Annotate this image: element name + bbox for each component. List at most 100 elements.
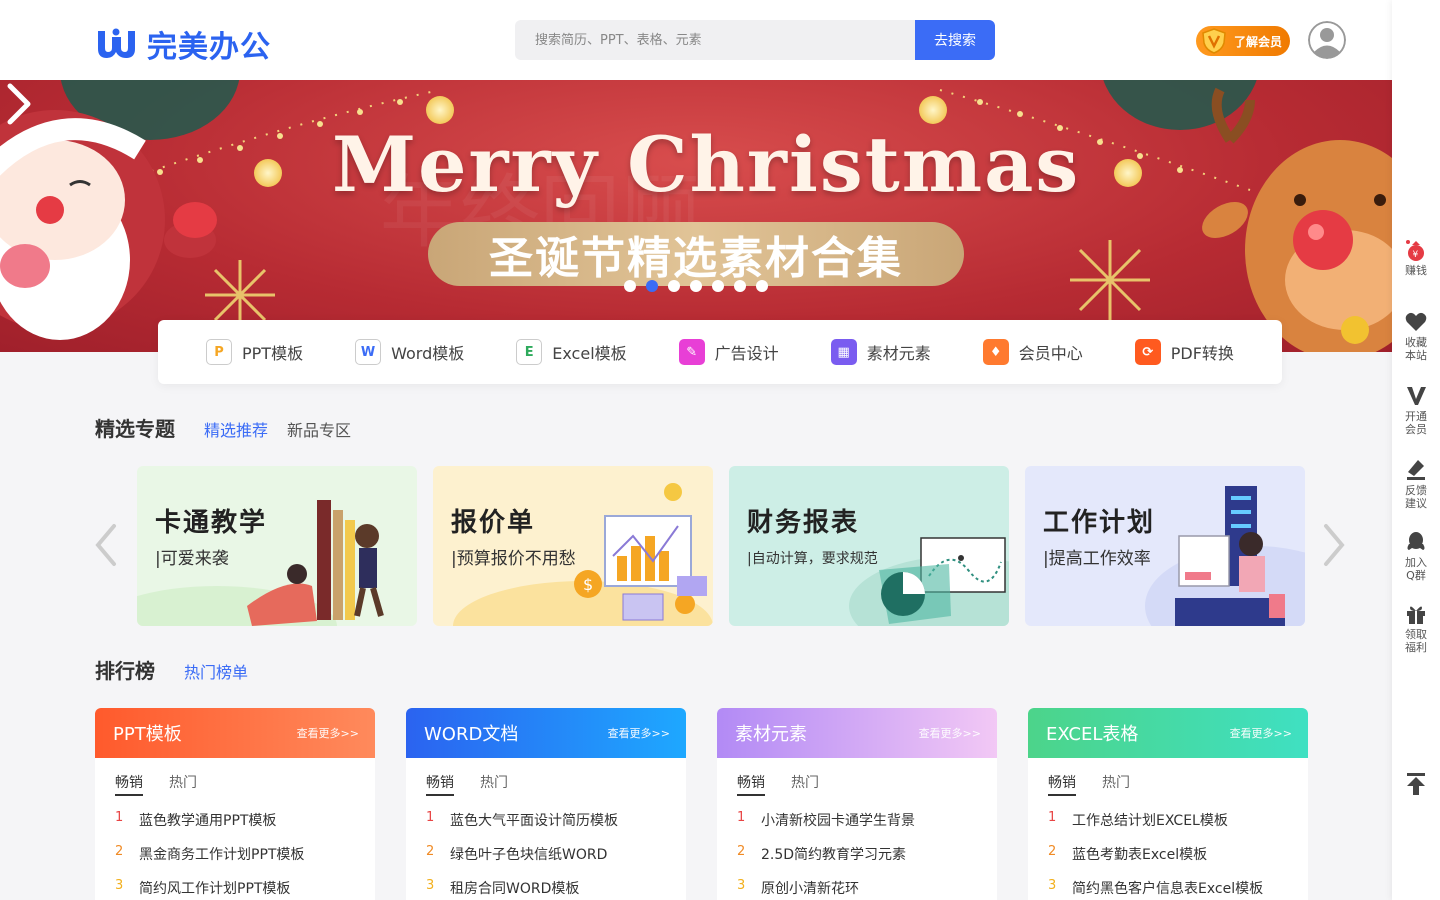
rank-list-item[interactable]: 3 简约风工作计划PPT模板 bbox=[115, 878, 355, 900]
quick-nav-item[interactable]: W Word模板 bbox=[355, 339, 464, 365]
carousel-dot[interactable] bbox=[712, 280, 724, 292]
tab-new-products[interactable]: 新品专区 bbox=[287, 417, 351, 441]
quick-nav-label: PDF转换 bbox=[1170, 344, 1234, 363]
rank-board-title: WORD文档 bbox=[424, 724, 519, 745]
topic-subtitle: |预算报价不用愁 bbox=[451, 549, 576, 569]
quick-nav-item[interactable]: ▦ 素材元素 bbox=[830, 339, 931, 365]
rank-item-title: 简约黑色客户信息表Excel模板 bbox=[1072, 881, 1264, 897]
sidebar-feedback[interactable]: 反馈建议 bbox=[1392, 458, 1440, 510]
back-to-top-button[interactable] bbox=[1392, 772, 1440, 796]
rank-number: 3 bbox=[426, 878, 435, 893]
sidebar-open-vip[interactable]: 开通会员 bbox=[1392, 384, 1440, 436]
topic-card-quotation[interactable]: $ 报价单 |预算报价不用愁 bbox=[433, 466, 713, 626]
rank-list-item[interactable]: 2 黑金商务工作计划PPT模板 bbox=[115, 844, 355, 878]
rank-list: 1 小清新校园卡通学生背景 2 2.5D简约教育学习元素 3 原创小清新花环 bbox=[717, 796, 997, 900]
word-file-icon: W bbox=[355, 339, 382, 365]
rank-sub-tabs: 畅销 热门 bbox=[406, 758, 686, 796]
rank-list-item[interactable]: 3 简约黑色客户信息表Excel模板 bbox=[1048, 878, 1288, 900]
carousel-dot[interactable] bbox=[756, 280, 768, 292]
tab-best-selling[interactable]: 畅销 bbox=[426, 772, 454, 796]
tab-featured[interactable]: 精选推荐 bbox=[204, 417, 268, 441]
carousel-dot[interactable] bbox=[690, 280, 702, 292]
qq-icon bbox=[1407, 532, 1425, 550]
rank-list-item[interactable]: 1 工作总结计划EXCEL模板 bbox=[1048, 810, 1288, 844]
rank-number: 1 bbox=[737, 810, 746, 825]
rank-board-element: 素材元素 查看更多>> 畅销 热门 1 小清新校园卡通学生背景 2 2.5D简约教育学习元素 3… bbox=[717, 708, 997, 900]
rank-list-item[interactable]: 2 绿色叶子色块信纸WORD bbox=[426, 844, 666, 878]
rank-list-item[interactable]: 1 蓝色教学通用PPT模板 bbox=[115, 810, 355, 844]
logo-w-icon bbox=[98, 28, 135, 58]
topics-prev-arrow-icon[interactable] bbox=[92, 522, 122, 568]
quick-nav-item[interactable]: ⟳ PDF转换 bbox=[1134, 339, 1234, 365]
right-sidebar: ¥ 赚钱 收藏本站 开通会员 反馈建议 加入Q群 领取福利 bbox=[1392, 0, 1440, 900]
rank-item-title: 原创小清新花环 bbox=[761, 881, 859, 897]
rank-list: 1 蓝色教学通用PPT模板 2 黑金商务工作计划PPT模板 3 简约风工作计划PPT模板 bbox=[95, 796, 375, 900]
tab-hot-list[interactable]: 热门榜单 bbox=[184, 659, 248, 683]
sidebar-label: 加入Q群 bbox=[1405, 556, 1427, 582]
carousel-dot[interactable] bbox=[624, 280, 636, 292]
rank-board-header: PPT模板 查看更多>> bbox=[95, 708, 375, 758]
carousel-dot[interactable] bbox=[734, 280, 746, 292]
quick-nav-item[interactable]: ✎ 广告设计 bbox=[678, 339, 779, 365]
money-bag-icon: ¥ bbox=[1406, 240, 1424, 261]
view-more-link[interactable]: 查看更多>> bbox=[297, 725, 359, 741]
tab-popular[interactable]: 热门 bbox=[480, 772, 508, 796]
back-to-top-icon bbox=[1407, 773, 1425, 795]
quick-nav-item[interactable]: E Excel模板 bbox=[516, 339, 627, 365]
tab-best-selling[interactable]: 畅销 bbox=[737, 772, 765, 796]
topics-next-arrow-icon[interactable] bbox=[1318, 522, 1348, 568]
tab-popular[interactable]: 热门 bbox=[791, 772, 819, 796]
tab-popular[interactable]: 热门 bbox=[169, 772, 197, 796]
feedback-icon bbox=[1407, 460, 1425, 480]
banner-next-arrow-icon[interactable] bbox=[0, 80, 36, 128]
logo[interactable]: 完美办公 bbox=[95, 22, 271, 66]
avatar[interactable] bbox=[1308, 21, 1346, 59]
tab-best-selling[interactable]: 畅销 bbox=[115, 772, 143, 796]
rank-list-item[interactable]: 2 2.5D简约教育学习元素 bbox=[737, 844, 977, 878]
topic-card-finance[interactable]: 财务报表 |自动计算，要求规范 bbox=[729, 466, 1009, 626]
hero-banner[interactable]: 年终回顾 Merry Christmas 圣诞节精选素材合集 bbox=[0, 80, 1392, 352]
carousel-dot[interactable] bbox=[646, 280, 658, 292]
rank-list-item[interactable]: 1 小清新校园卡通学生背景 bbox=[737, 810, 977, 844]
rank-board-word: WORD文档 查看更多>> 畅销 热门 1 蓝色大气平面设计简历模板 2 绿色叶子色块信纸WO… bbox=[406, 708, 686, 900]
svg-text:¥: ¥ bbox=[1413, 250, 1419, 260]
view-more-link[interactable]: 查看更多>> bbox=[1230, 725, 1292, 741]
rank-sub-tabs: 畅销 热门 bbox=[1028, 758, 1308, 796]
topic-card-work-plan[interactable]: 工作计划 |提高工作效率 bbox=[1025, 466, 1305, 626]
sidebar-label: 开通会员 bbox=[1405, 410, 1427, 436]
topic-card-cartoon[interactable]: 卡通教学 |可爱来袭 bbox=[137, 466, 417, 626]
quick-nav-item[interactable]: ♦ 会员中心 bbox=[982, 339, 1083, 365]
sidebar-label: 反馈建议 bbox=[1405, 484, 1427, 510]
sidebar-earn-money[interactable]: ¥ 赚钱 bbox=[1392, 238, 1440, 277]
rank-list-item[interactable]: 1 蓝色大气平面设计简历模板 bbox=[426, 810, 666, 844]
quick-nav-label: Word模板 bbox=[391, 344, 465, 363]
rank-list-item[interactable]: 3 租房合同WORD模板 bbox=[426, 878, 666, 900]
sidebar-get-benefits[interactable]: 领取福利 bbox=[1392, 602, 1440, 654]
quick-nav-item[interactable]: P PPT模板 bbox=[206, 339, 303, 365]
rank-list-item[interactable]: 3 原创小清新花环 bbox=[737, 878, 977, 900]
rank-number: 1 bbox=[1048, 810, 1057, 825]
rank-item-title: 黑金商务工作计划PPT模板 bbox=[139, 847, 305, 863]
header: 完美办公 去搜索 了解会员 bbox=[0, 0, 1392, 80]
svg-text:$: $ bbox=[583, 575, 593, 594]
ppt-file-icon: P bbox=[206, 339, 232, 365]
quick-nav-label: PPT模板 bbox=[242, 344, 304, 363]
rank-board-ppt: PPT模板 查看更多>> 畅销 热门 1 蓝色教学通用PPT模板 2 黑金商务工作计划PPT模… bbox=[95, 708, 375, 900]
tab-popular[interactable]: 热门 bbox=[1102, 772, 1130, 796]
heart-icon bbox=[1405, 312, 1427, 331]
view-more-link[interactable]: 查看更多>> bbox=[608, 725, 670, 741]
tab-best-selling[interactable]: 畅销 bbox=[1048, 772, 1076, 796]
sidebar-join-qq-group[interactable]: 加入Q群 bbox=[1392, 530, 1440, 582]
topic-title: 卡通教学 bbox=[155, 508, 268, 538]
search-button[interactable]: 去搜索 bbox=[915, 20, 995, 60]
rank-board-header: EXCEL表格 查看更多>> bbox=[1028, 708, 1308, 758]
rank-list-item[interactable]: 2 蓝色考勤表Excel模板 bbox=[1048, 844, 1288, 878]
search-input[interactable] bbox=[515, 20, 915, 60]
vip-info-button[interactable]: 了解会员 bbox=[1196, 26, 1290, 56]
sidebar-bookmark-site[interactable]: 收藏本站 bbox=[1392, 310, 1440, 362]
sidebar-label: 收藏本站 bbox=[1405, 336, 1427, 362]
carousel-dot[interactable] bbox=[668, 280, 680, 292]
topic-subtitle: |提高工作效率 bbox=[1043, 549, 1151, 569]
user-avatar-icon bbox=[1308, 21, 1346, 59]
view-more-link[interactable]: 查看更多>> bbox=[919, 725, 981, 741]
